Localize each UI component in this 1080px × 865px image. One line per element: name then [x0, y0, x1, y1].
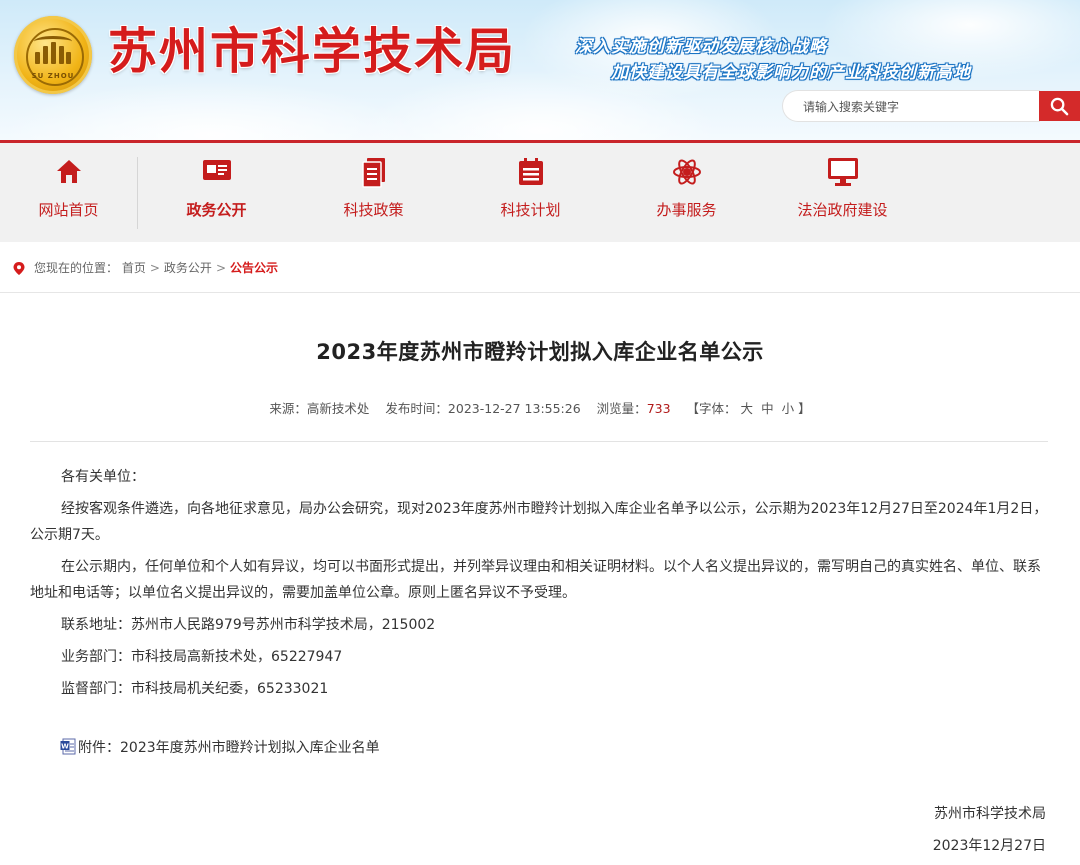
location-pin-icon	[13, 262, 25, 275]
article-divider	[30, 441, 1048, 442]
slogan-line-1: 深入实施创新驱动发展核心战略	[575, 37, 827, 57]
search-input[interactable]	[801, 91, 1035, 123]
atom-icon	[672, 159, 701, 185]
font-large-button[interactable]: 大	[741, 401, 754, 416]
attachment-text: 附件：2023年度苏州市瞪羚计划拟入库企业名单	[78, 740, 380, 756]
site-logo[interactable]: SU ZHOU	[14, 16, 92, 94]
views-count: 733	[646, 401, 671, 416]
logo-emblem-icon	[35, 42, 71, 64]
signature-block: 苏州市科学技术局 2023年12月27日	[933, 798, 1046, 862]
signature-org: 苏州市科学技术局	[934, 806, 1046, 822]
font-medium-button[interactable]: 中	[761, 401, 774, 416]
logo-text: SU ZHOU	[31, 72, 75, 80]
signature-date: 2023年12月27日	[932, 838, 1046, 854]
nav-item-rule-of-law[interactable]: 法治政府建设	[774, 143, 911, 242]
paragraph-supervisor: 监督部门：市科技局机关纪委，65233021	[61, 681, 329, 697]
source-value: 高新技术处	[306, 401, 370, 416]
nav-item-home[interactable]: 网站首页	[0, 143, 137, 242]
nav-label-plan: 科技计划	[500, 201, 561, 219]
document-icon	[361, 158, 385, 188]
paragraph-announcement: 经按客观条件遴选，向各地征求意见，局办公会研究，现对2023年度苏州市瞪羚计划拟…	[30, 501, 1048, 543]
breadcrumb-separator: >	[215, 261, 226, 275]
monitor-icon	[827, 158, 858, 186]
nav-label-rule-of-law: 法治政府建设	[797, 201, 888, 219]
nav-item-gov-affairs[interactable]: 政务公开	[148, 143, 285, 242]
header-banner: SU ZHOU 苏州市科学技术局 深入实施创新驱动发展核心战略 加快建设具有全球…	[0, 0, 1080, 140]
font-size-open: 【字体：	[686, 401, 737, 416]
paragraph-salutation: 各有关单位：	[61, 469, 145, 485]
breadcrumb-prefix: 您现在的位置：	[34, 261, 119, 275]
breadcrumb-separator: >	[149, 261, 160, 275]
site-title[interactable]: 苏州市科学技术局	[108, 22, 516, 82]
nav-item-service[interactable]: 办事服务	[618, 143, 755, 242]
breadcrumb-home-link[interactable]: 首页	[122, 261, 146, 275]
main-nav: 网站首页 政务公开 科技政策 科技计划 办事服务 法治政府建设	[0, 143, 1080, 242]
font-small-button[interactable]: 小	[782, 401, 795, 416]
nav-label-gov-affairs: 政务公开	[186, 201, 247, 219]
word-doc-icon: W	[60, 738, 76, 755]
published-value: 2023-12-27 13:55:26	[447, 401, 581, 416]
nav-label-service: 办事服务	[656, 201, 717, 219]
paragraph-department: 业务部门：市科技局高新技术处，65227947	[61, 649, 343, 665]
article-body: 各有关单位： 经按客观条件遴选，向各地征求意见，局办公会研究，现对2023年度苏…	[30, 464, 1048, 708]
search-button[interactable]	[1039, 91, 1080, 121]
nav-label-policy: 科技政策	[343, 201, 404, 219]
breadcrumb: 您现在的位置： 首页 > 政务公开 > 公告公示	[0, 255, 1080, 281]
published-label: 发布时间：	[385, 401, 448, 416]
nav-item-plan[interactable]: 科技计划	[462, 143, 599, 242]
source-label: 来源：	[269, 401, 307, 416]
card-icon	[202, 160, 231, 180]
breadcrumb-current-link[interactable]: 公告公示	[230, 261, 278, 275]
nav-divider	[137, 157, 138, 229]
paragraph-address: 联系地址：苏州市人民路979号苏州市科学技术局，215002	[61, 617, 436, 633]
article-title: 2023年度苏州市瞪羚计划拟入库企业名单公示	[316, 340, 764, 364]
attachment-link[interactable]: W 附件：2023年度苏州市瞪羚计划拟入库企业名单	[60, 737, 380, 757]
article-meta: 来源：高新技术处 发布时间：2023-12-27 13:55:26 浏览量：73…	[0, 398, 1080, 417]
svg-text:W: W	[61, 743, 69, 751]
paragraph-objection: 在公示期内，任何单位和个人如有异议，均可以书面形式提出，并列举异议理由和相关证明…	[30, 559, 1041, 601]
font-size-close: 】	[798, 401, 811, 416]
home-icon	[56, 160, 81, 183]
breadcrumb-gov-affairs-link[interactable]: 政务公开	[164, 261, 212, 275]
calendar-list-icon	[518, 158, 543, 185]
search-box	[783, 91, 1039, 123]
nav-item-policy[interactable]: 科技政策	[305, 143, 442, 242]
slogan-line-2: 加快建设具有全球影响力的产业科技创新高地	[611, 63, 971, 83]
search-icon	[1050, 97, 1069, 116]
nav-label-home: 网站首页	[38, 201, 99, 219]
breadcrumb-divider	[0, 292, 1080, 293]
views-label: 浏览量：	[596, 401, 647, 416]
